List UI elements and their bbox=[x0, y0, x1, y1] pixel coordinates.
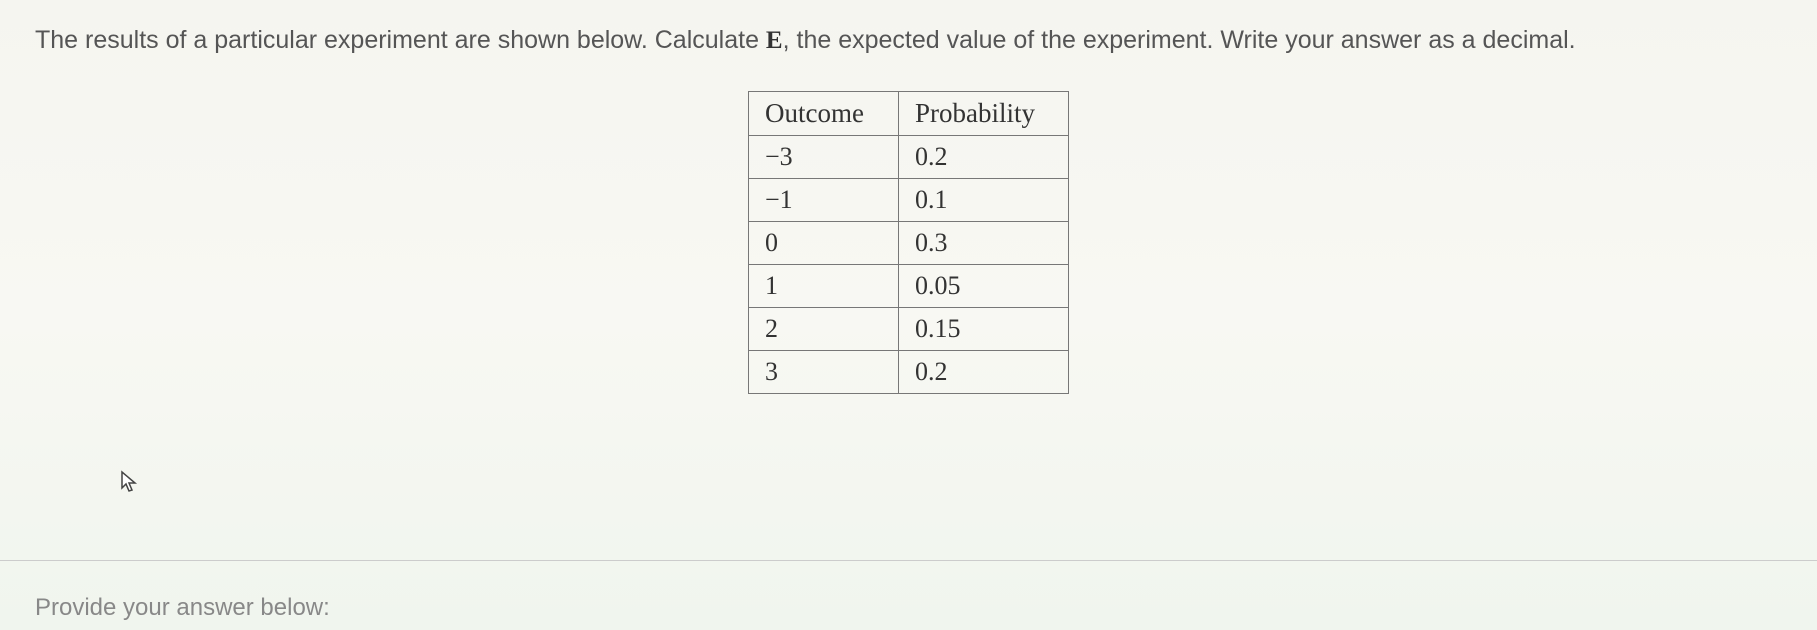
probability-cell: 0.3 bbox=[899, 222, 1069, 265]
probability-cell: 0.05 bbox=[899, 265, 1069, 308]
outcome-cell: 2 bbox=[749, 308, 899, 351]
question-part2: , the expected value of the experiment. … bbox=[783, 26, 1576, 54]
probability-cell: 0.2 bbox=[899, 351, 1069, 394]
cursor-icon bbox=[120, 470, 140, 501]
outcome-cell: −3 bbox=[749, 136, 899, 179]
table-header-row: Outcome Probability bbox=[749, 92, 1069, 136]
table-container: Outcome Probability −3 0.2 −1 0.1 0 0.3 … bbox=[35, 91, 1782, 394]
expected-value-symbol: E bbox=[766, 27, 783, 54]
section-divider bbox=[0, 560, 1817, 561]
table-row: 2 0.15 bbox=[749, 308, 1069, 351]
table-row: 0 0.3 bbox=[749, 222, 1069, 265]
outcome-header: Outcome bbox=[749, 92, 899, 136]
question-part1: The results of a particular experiment a… bbox=[35, 26, 766, 54]
table-row: −3 0.2 bbox=[749, 136, 1069, 179]
table-row: −1 0.1 bbox=[749, 179, 1069, 222]
outcome-cell: 0 bbox=[749, 222, 899, 265]
question-text: The results of a particular experiment a… bbox=[35, 20, 1782, 61]
probability-table: Outcome Probability −3 0.2 −1 0.1 0 0.3 … bbox=[748, 91, 1069, 394]
probability-cell: 0.1 bbox=[899, 179, 1069, 222]
probability-cell: 0.15 bbox=[899, 308, 1069, 351]
outcome-cell: 3 bbox=[749, 351, 899, 394]
outcome-cell: −1 bbox=[749, 179, 899, 222]
outcome-cell: 1 bbox=[749, 265, 899, 308]
table-row: 1 0.05 bbox=[749, 265, 1069, 308]
answer-prompt: Provide your answer below: bbox=[35, 594, 330, 622]
table-row: 3 0.2 bbox=[749, 351, 1069, 394]
probability-cell: 0.2 bbox=[899, 136, 1069, 179]
probability-header: Probability bbox=[899, 92, 1069, 136]
